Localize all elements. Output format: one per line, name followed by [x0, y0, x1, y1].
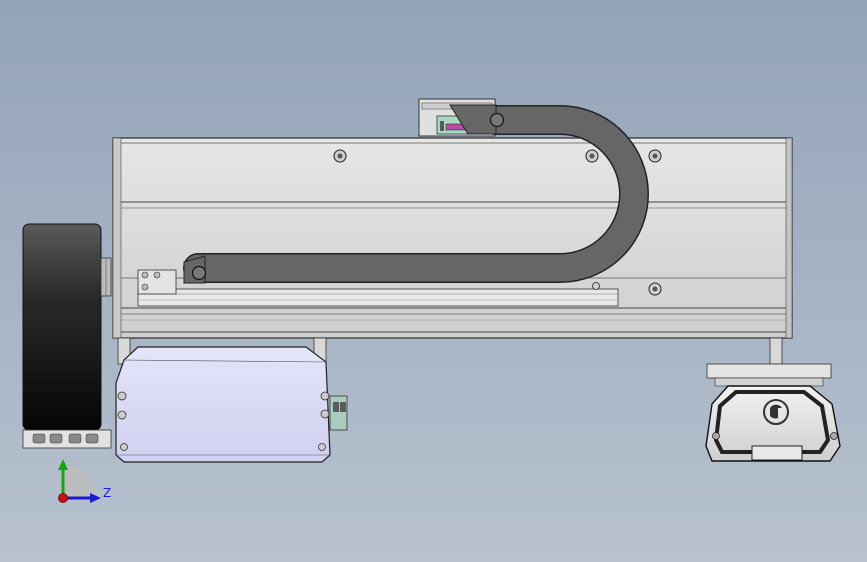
- controller-module: [705, 337, 841, 462]
- screw-1: [333, 149, 347, 163]
- z-axis-label: Z: [103, 486, 111, 500]
- motor-cover: [115, 337, 348, 463]
- screw-2: [585, 149, 599, 163]
- linear-axis-housing: [112, 137, 793, 339]
- screw-5: [592, 282, 600, 290]
- screw-3: [648, 149, 662, 163]
- triad-arc: [63, 464, 97, 498]
- chain-pivot-left: [191, 265, 207, 281]
- coordinate-triad: Z: [58, 459, 111, 503]
- triad-origin: [58, 493, 68, 503]
- cad-viewport[interactable]: Z: [0, 0, 867, 562]
- aluminium-profile: [22, 429, 112, 449]
- drive-wheel: [22, 223, 112, 431]
- chain-pivot-top: [489, 112, 505, 128]
- screw-4: [648, 282, 662, 296]
